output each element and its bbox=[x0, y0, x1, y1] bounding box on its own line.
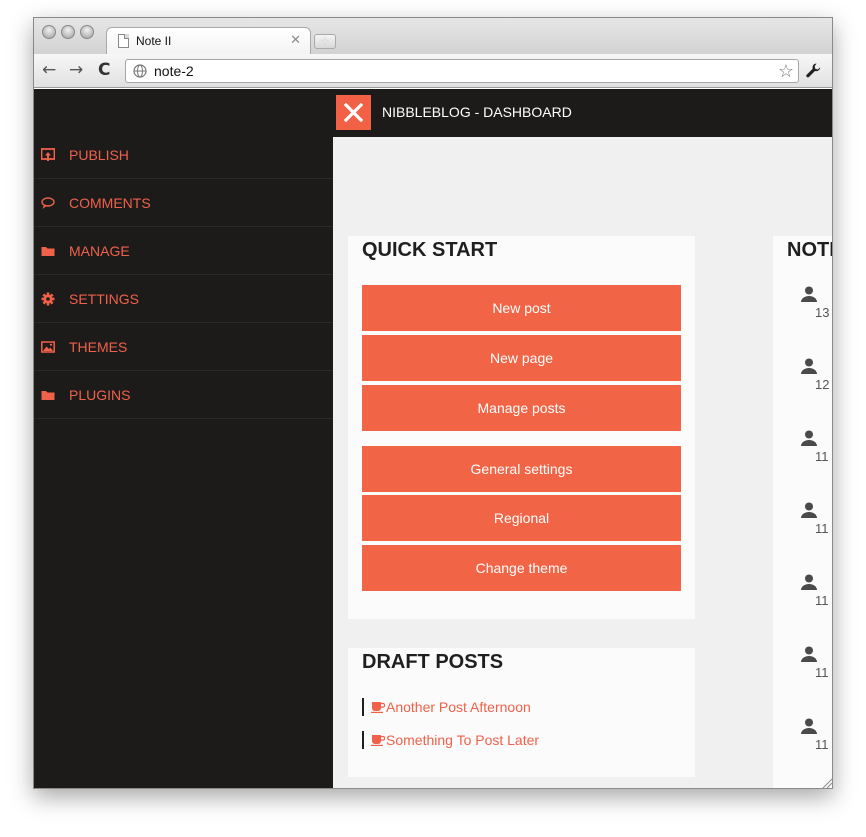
page-title: NIBBLEBLOG - DASHBOARD bbox=[382, 104, 572, 120]
notification-date: 11 bbox=[815, 521, 829, 536]
globe-icon bbox=[133, 64, 147, 78]
new-tab-button[interactable]: + bbox=[314, 34, 336, 49]
comment-bubble-icon bbox=[41, 196, 55, 209]
regional-button[interactable]: Regional bbox=[362, 495, 681, 541]
coffee-cup-icon bbox=[371, 735, 385, 746]
notification-item[interactable]: 13 bbox=[800, 285, 832, 320]
sidebar-item-comments[interactable]: COMMENTS bbox=[34, 179, 333, 227]
manage-posts-button[interactable]: Manage posts bbox=[362, 385, 681, 431]
notification-date: 11 bbox=[815, 665, 829, 680]
notification-item[interactable]: 11 bbox=[800, 645, 832, 680]
sidebar-item-themes[interactable]: THEMES bbox=[34, 323, 333, 371]
tab-close-icon[interactable]: ✕ bbox=[290, 32, 301, 48]
quick-start-title: QUICK START bbox=[362, 239, 498, 261]
notification-date: 11 bbox=[815, 737, 829, 752]
wrench-icon[interactable] bbox=[805, 62, 823, 80]
sidebar-item-label: PUBLISH bbox=[69, 146, 129, 163]
draft-post-title: Something To Post Later bbox=[386, 732, 540, 748]
change-theme-button[interactable]: Change theme bbox=[362, 545, 681, 591]
user-icon bbox=[801, 646, 817, 662]
bookmark-star-icon[interactable]: ☆ bbox=[778, 61, 794, 82]
new-page-button[interactable]: New page bbox=[362, 335, 681, 381]
resize-grip-icon[interactable] bbox=[822, 778, 832, 788]
user-icon bbox=[801, 574, 817, 590]
user-icon bbox=[801, 502, 817, 518]
close-button[interactable] bbox=[336, 95, 371, 130]
sidebar-item-label: COMMENTS bbox=[69, 194, 151, 211]
sidebar-item-manage[interactable]: MANAGE bbox=[34, 227, 333, 275]
page-icon bbox=[118, 34, 129, 48]
tab-title: Note II bbox=[136, 34, 172, 48]
quick-start-panel: QUICK START New post New page Manage pos… bbox=[348, 236, 695, 619]
browser-window: Note II ✕ + ← → C ☆ bbox=[33, 17, 833, 789]
sidebar-item-label: MANAGE bbox=[69, 242, 130, 259]
general-settings-button[interactable]: General settings bbox=[362, 446, 681, 492]
draft-posts-title: DRAFT POSTS bbox=[362, 651, 504, 673]
sidebar-item-label: THEMES bbox=[69, 338, 128, 355]
sidebar-item-publish[interactable]: PUBLISH bbox=[34, 131, 333, 179]
notification-date: 13 bbox=[815, 305, 830, 320]
gear-icon bbox=[41, 292, 55, 305]
sidebar-item-label: SETTINGS bbox=[69, 290, 140, 307]
draft-post-title: Another Post Afternoon bbox=[386, 699, 531, 715]
sidebar-item-settings[interactable]: SETTINGS bbox=[34, 275, 333, 323]
draft-posts-panel: DRAFT POSTS Another Post Afternoon Somet… bbox=[348, 648, 695, 777]
url-input[interactable] bbox=[154, 63, 754, 79]
user-icon bbox=[801, 430, 817, 446]
new-post-button[interactable]: New post bbox=[362, 285, 681, 331]
folder-icon bbox=[41, 246, 55, 256]
address-bar[interactable]: ☆ bbox=[125, 59, 799, 83]
sidebar-item-label: PLUGINS bbox=[69, 386, 131, 403]
image-icon bbox=[41, 340, 55, 353]
sidebar: PUBLISH COMMENTS MANAGE SETTINGS THEMES … bbox=[34, 89, 333, 788]
notification-item[interactable]: 11 bbox=[800, 501, 832, 536]
notification-item[interactable]: 11 bbox=[800, 717, 832, 752]
back-arrow-icon[interactable]: ← bbox=[42, 60, 56, 80]
sidebar-menu: PUBLISH COMMENTS MANAGE SETTINGS THEMES … bbox=[34, 131, 333, 419]
reload-icon[interactable]: C bbox=[98, 60, 110, 80]
notifications-panel: NOTI 13 12 11 11 11 11 11 bbox=[773, 236, 833, 788]
browser-toolbar: ← → C ☆ bbox=[34, 54, 832, 88]
notification-item[interactable]: 12 bbox=[800, 357, 832, 392]
zoom-window-button[interactable] bbox=[80, 25, 94, 39]
close-window-button[interactable] bbox=[42, 25, 56, 39]
tab-strip: Note II ✕ + bbox=[34, 18, 832, 55]
draft-post-link[interactable]: Something To Post Later bbox=[362, 731, 539, 749]
notifications-title: NOTI bbox=[787, 239, 833, 261]
forward-arrow-icon[interactable]: → bbox=[69, 60, 83, 80]
notification-date: 11 bbox=[815, 593, 829, 608]
user-icon bbox=[801, 358, 817, 374]
browser-tab[interactable]: Note II ✕ bbox=[106, 27, 311, 55]
notification-item[interactable]: 11 bbox=[800, 573, 832, 608]
user-icon bbox=[801, 286, 817, 302]
page-content: PUBLISH COMMENTS MANAGE SETTINGS THEMES … bbox=[34, 89, 833, 788]
sidebar-item-plugins[interactable]: PLUGINS bbox=[34, 371, 333, 419]
notification-date: 11 bbox=[815, 449, 829, 464]
publish-icon bbox=[41, 147, 55, 161]
close-icon bbox=[344, 103, 363, 122]
folder-icon bbox=[41, 390, 55, 400]
notification-item[interactable]: 11 bbox=[800, 429, 832, 464]
dashboard-header: NIBBLEBLOG - DASHBOARD bbox=[333, 89, 832, 137]
draft-post-link[interactable]: Another Post Afternoon bbox=[362, 698, 531, 716]
user-icon bbox=[801, 718, 817, 734]
coffee-cup-icon bbox=[371, 702, 385, 713]
notification-date: 12 bbox=[815, 377, 830, 392]
minimize-window-button[interactable] bbox=[61, 25, 75, 39]
